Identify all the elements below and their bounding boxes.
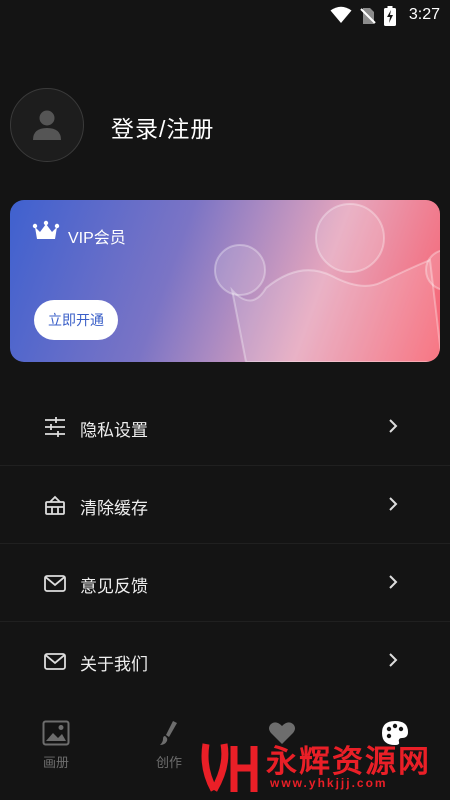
wifi-icon xyxy=(330,6,352,23)
image-icon xyxy=(42,720,70,746)
vip-card[interactable]: VIP会员 立即开通 xyxy=(10,200,440,362)
vip-activate-button[interactable]: 立即开通 xyxy=(34,300,118,340)
basket-icon xyxy=(45,495,65,515)
chevron-right-icon xyxy=(389,419,398,433)
watermark: 永辉资源网 www.yhkjjj.com xyxy=(200,736,450,800)
menu-item-about-us[interactable]: 关于我们 xyxy=(0,622,450,699)
avatar[interactable] xyxy=(10,88,84,162)
sliders-icon xyxy=(45,417,65,437)
settings-menu: 隐私设置 清除缓存 意见反馈 关于我们 xyxy=(0,388,450,699)
tab-label: 创作 xyxy=(155,755,182,770)
tab-album[interactable]: 画册 xyxy=(26,720,86,771)
mail-icon xyxy=(44,575,66,592)
user-avatar-icon xyxy=(33,110,61,140)
chevron-right-icon xyxy=(389,653,398,667)
no-sim-icon xyxy=(360,8,376,24)
watermark-text: 永辉资源网 xyxy=(266,744,431,779)
tab-create[interactable]: 创作 xyxy=(139,720,199,771)
tab-label: 画册 xyxy=(42,755,69,770)
chevron-right-icon xyxy=(389,575,398,589)
menu-item-privacy-settings[interactable]: 隐私设置 xyxy=(0,388,450,466)
mail-icon xyxy=(44,653,66,670)
vip-title: VIP会员 xyxy=(68,230,126,247)
status-bar: 3:27 xyxy=(0,0,450,32)
watermark-logo xyxy=(201,743,258,792)
menu-item-feedback[interactable]: 意见反馈 xyxy=(0,544,450,622)
menu-item-label: 关于我们 xyxy=(80,655,148,674)
watermark-url: www.yhkjjj.com xyxy=(270,776,388,790)
menu-item-label: 隐私设置 xyxy=(80,421,148,440)
battery-charging-icon xyxy=(384,6,396,26)
menu-item-label: 意见反馈 xyxy=(80,577,148,596)
menu-item-label: 清除缓存 xyxy=(80,499,148,518)
brush-icon xyxy=(160,721,177,745)
chevron-right-icon xyxy=(389,497,398,511)
menu-item-clear-cache[interactable]: 清除缓存 xyxy=(0,466,450,544)
clock-time: 3:27 xyxy=(408,6,440,23)
login-register-link[interactable]: 登录/注册 xyxy=(111,110,214,144)
crown-icon xyxy=(32,220,60,239)
